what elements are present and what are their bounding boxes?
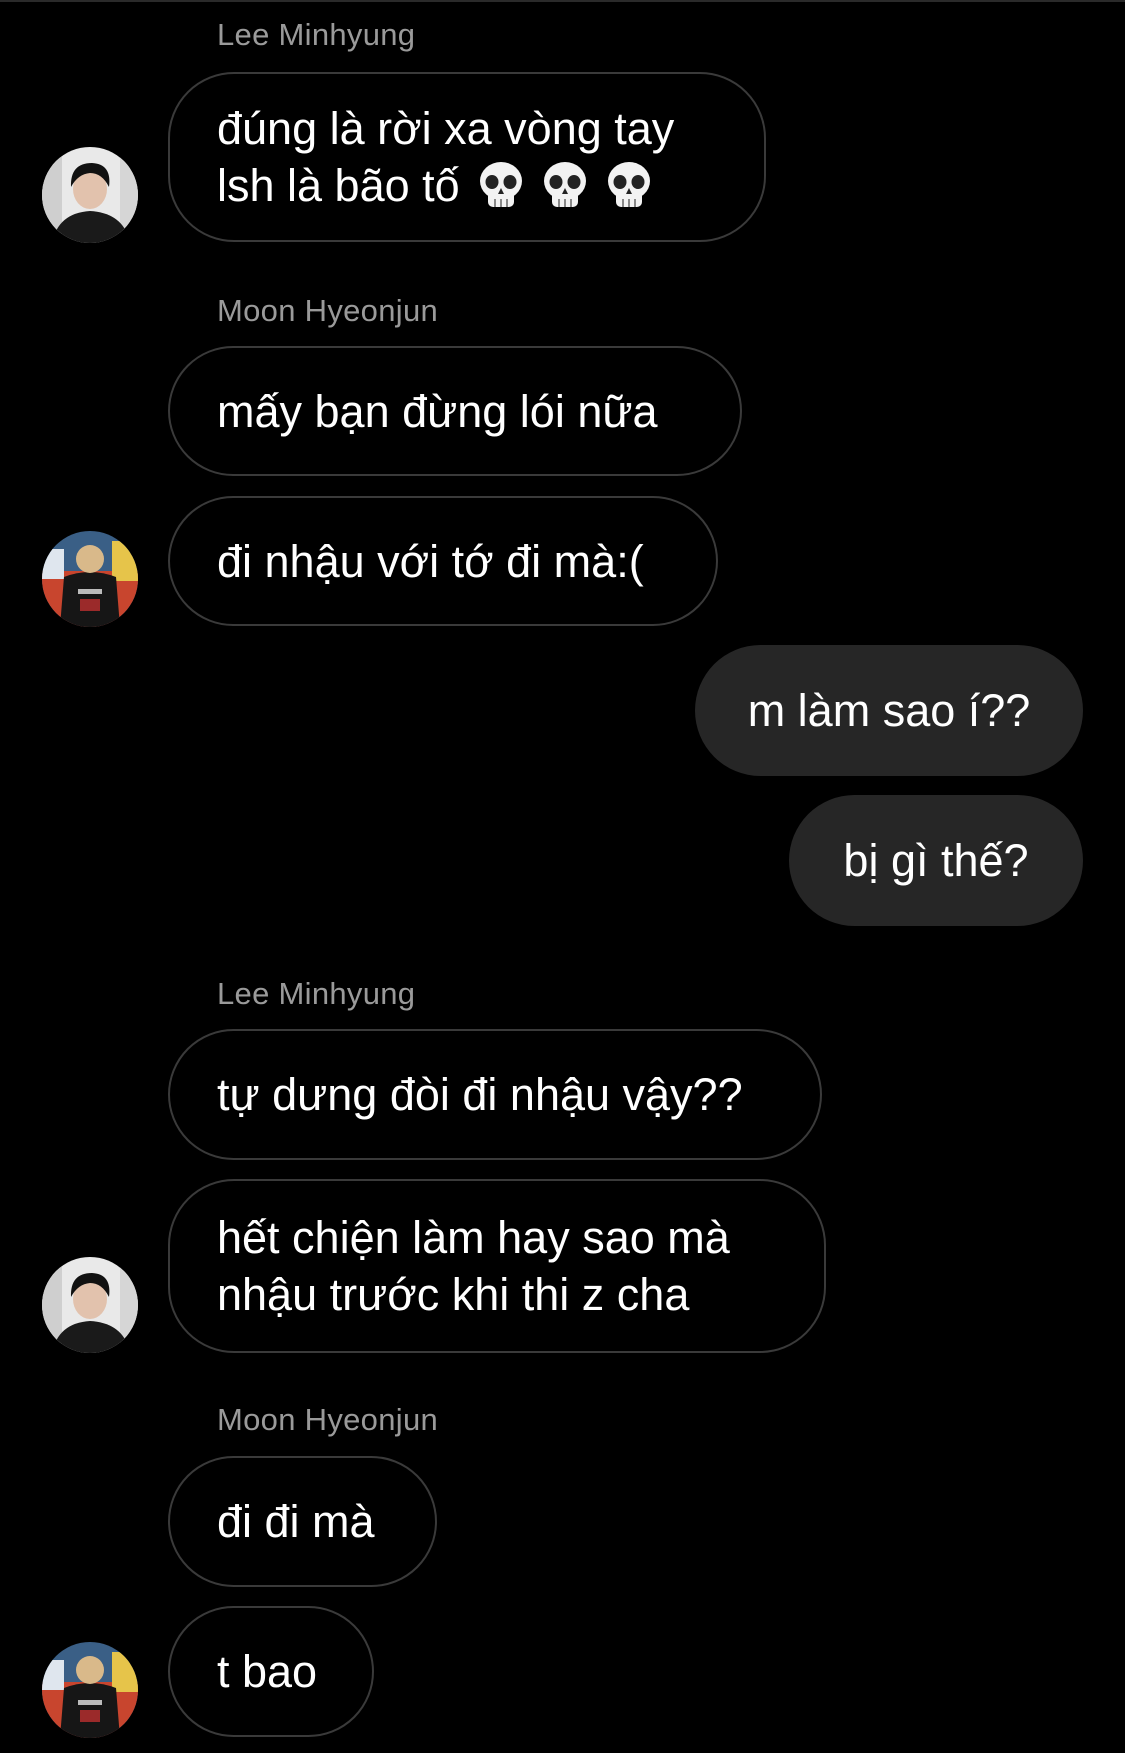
sender-name: Moon Hyeonjun <box>217 1402 439 1437</box>
avatar-moon-hyeonjun[interactable] <box>42 1642 138 1738</box>
message-text: đi đi mà <box>217 1496 375 1547</box>
message-bubble[interactable]: tự dưng đòi đi nhậu vậy?? <box>168 1029 822 1160</box>
message-text: tự dưng đòi đi nhậu vậy?? <box>217 1069 743 1120</box>
skull-emoji <box>607 161 650 207</box>
message-bubble[interactable]: đúng là rời xa vòng tay lsh là bão tố <box>168 72 766 242</box>
message-text: mấy bạn đừng lói nữa <box>217 385 658 437</box>
avatar-lee-minhyung[interactable] <box>42 147 138 243</box>
message-bubble[interactable]: đi đi mà <box>168 1456 437 1587</box>
sender-name: Moon Hyeonjun <box>217 293 439 328</box>
sender-name: Lee Minhyung <box>217 17 416 52</box>
avatar-photo <box>42 1257 138 1353</box>
avatar-photo <box>42 531 138 627</box>
message-text: m làm sao í?? <box>747 685 1031 736</box>
message-bubble[interactable]: hết chiện làm hay sao mà nhậu trước khi … <box>168 1179 826 1353</box>
message-text: đúng là rời xa vòng tay lsh là bão tố <box>217 100 674 214</box>
skull-emoji <box>479 161 522 207</box>
avatar-photo <box>42 147 138 243</box>
message-line: nhậu trước khi thi z cha <box>217 1269 690 1320</box>
message-line: đúng là rời xa vòng tay <box>217 103 675 154</box>
message-text: bị gì thế? <box>843 835 1029 886</box>
avatar-moon-hyeonjun[interactable] <box>42 531 138 627</box>
message-bubble[interactable]: đi nhậu với tớ đi mà:( <box>168 496 718 626</box>
message-line: lsh là bão tố <box>217 160 460 211</box>
message-line-with-emoji: lsh là bão tố <box>217 157 674 214</box>
sent-message-bubble[interactable]: m làm sao í?? <box>695 645 1083 776</box>
top-divider <box>0 0 1125 2</box>
message-text: đi nhậu với tớ đi mà:( <box>217 535 644 587</box>
message-bubble[interactable]: t bao <box>168 1606 374 1737</box>
message-text: t bao <box>217 1646 318 1697</box>
sender-name: Lee Minhyung <box>217 976 416 1011</box>
message-bubble[interactable]: mấy bạn đừng lói nữa <box>168 346 742 476</box>
sent-message-bubble[interactable]: bị gì thế? <box>789 795 1083 926</box>
message-line: hết chiện làm hay sao mà <box>217 1212 730 1263</box>
skull-emoji <box>543 161 586 207</box>
avatar-photo <box>42 1642 138 1738</box>
message-text: hết chiện làm hay sao mà nhậu trước khi … <box>217 1209 730 1323</box>
avatar-lee-minhyung[interactable] <box>42 1257 138 1353</box>
